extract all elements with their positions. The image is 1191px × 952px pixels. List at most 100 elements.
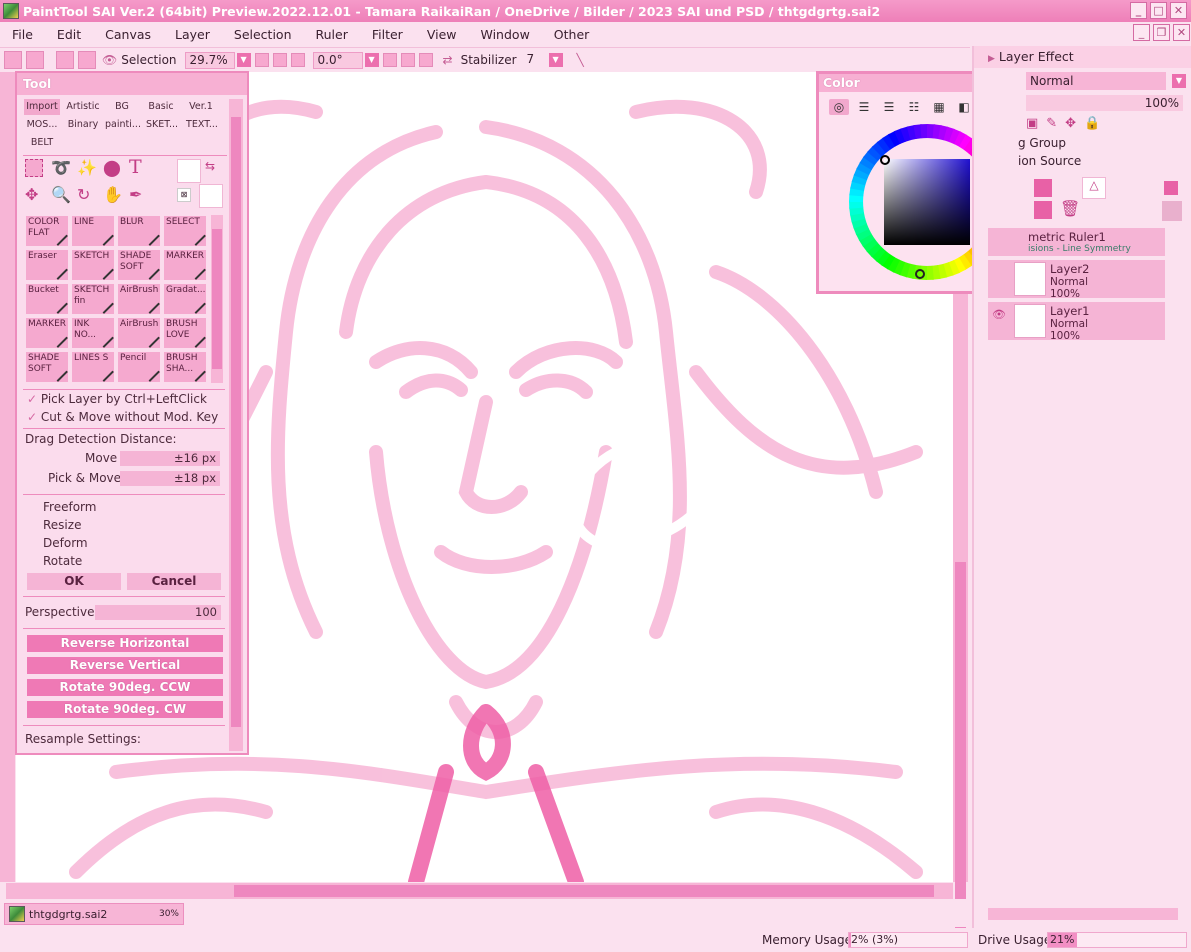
new-ruler-icon[interactable]: △	[1082, 177, 1106, 199]
brush-grid-scroll-thumb[interactable]	[212, 229, 222, 369]
brush-slot[interactable]: Pencil	[117, 351, 161, 383]
hand-icon[interactable]: ✋	[103, 185, 123, 204]
move-distance-field[interactable]: ±16 px	[120, 451, 220, 466]
pick-layer-checkbox[interactable]: Pick Layer by Ctrl+LeftClick	[27, 392, 207, 406]
brush-slot[interactable]: MARKER	[25, 317, 69, 349]
move-icon[interactable]: ✥	[25, 185, 38, 204]
brush-grid-scrollbar[interactable]	[211, 215, 223, 383]
color-mixer-tab-icon[interactable]: ☷	[904, 99, 924, 115]
hsv-slider-tab-icon[interactable]: ☰	[879, 99, 899, 115]
secondary-color-swatch[interactable]	[199, 184, 223, 208]
zoom-out-icon[interactable]	[254, 53, 269, 67]
reverse-vertical-button[interactable]: Reverse Vertical	[27, 657, 223, 674]
rotate-tool-icon[interactable]: ↻	[77, 185, 90, 204]
brush-slot[interactable]: SHADE SOFT	[25, 351, 69, 383]
brush-slot[interactable]: LINES S	[71, 351, 115, 383]
brush-set-bg[interactable]: BG	[107, 99, 137, 115]
vertical-scroll-thumb[interactable]	[955, 562, 966, 942]
layer-item-layer2[interactable]: Layer2 Normal 100%	[988, 260, 1165, 300]
brush-slot[interactable]: Gradat...	[163, 283, 207, 315]
doc-close-button[interactable]: ✕	[1173, 24, 1190, 41]
brush-slot[interactable]: MARKER	[163, 249, 207, 281]
angle-dropdown-icon[interactable]: ▼	[364, 53, 379, 67]
opacity-field[interactable]: 100%	[1026, 95, 1183, 111]
perspective-field[interactable]: 100	[95, 605, 221, 620]
brush-set-binary[interactable]: Binary	[64, 117, 102, 133]
mode-freeform-radio[interactable]: Freeform	[27, 500, 96, 514]
brush-set-basic[interactable]: Basic	[143, 99, 179, 115]
layer-option-icon[interactable]	[1162, 179, 1180, 197]
brush-slot[interactable]: AirBrush	[117, 283, 161, 315]
eye-icon[interactable]: 👁	[102, 53, 117, 67]
doc-restore-button[interactable]: ❐	[1153, 24, 1170, 41]
brush-slot[interactable]: BRUSH SHA...	[163, 351, 207, 383]
brush-set-mos[interactable]: MOS...	[24, 117, 60, 133]
mode-rotate-radio[interactable]: Rotate	[27, 554, 82, 568]
brush-slot[interactable]: LINE	[71, 215, 115, 247]
redo-icon[interactable]	[26, 51, 44, 69]
maximize-button[interactable]: □	[1150, 2, 1167, 19]
brush-slot[interactable]: INK NO...	[71, 317, 115, 349]
stabilizer-value[interactable]: 7	[523, 52, 547, 69]
menu-view[interactable]: View	[415, 27, 469, 42]
document-tab[interactable]: thtgdgrtg.sai2 30%	[4, 903, 184, 925]
rotate-reset-icon[interactable]	[418, 53, 433, 67]
mode-deform-radio[interactable]: Deform	[27, 536, 88, 550]
brush-slot[interactable]: SELECT	[163, 215, 207, 247]
brush-slot[interactable]: BLUR	[117, 215, 161, 247]
new-layer-icon[interactable]	[1034, 179, 1052, 197]
zoom-dropdown-icon[interactable]: ▼	[236, 53, 251, 67]
zoom-in-icon[interactable]	[272, 53, 287, 67]
clip-group-label[interactable]: g Group	[1018, 136, 1066, 150]
brush-set-painting[interactable]: painti...	[103, 117, 143, 133]
rgb-slider-tab-icon[interactable]: ☰	[854, 99, 874, 115]
brush-set-ver1[interactable]: Ver.1	[184, 99, 218, 115]
stabilizer-dropdown-icon[interactable]: ▼	[548, 53, 563, 67]
swatches-tab-icon[interactable]: ▦	[929, 99, 949, 115]
straight-line-icon[interactable]: ╲	[577, 53, 584, 67]
visibility-eye-icon[interactable]: 👁	[992, 308, 1006, 321]
rotate-left-icon[interactable]	[382, 53, 397, 67]
layer-lock-icons[interactable]: ▣✎✥🔒	[1026, 116, 1108, 131]
menu-file[interactable]: File	[0, 27, 45, 42]
doc-minimize-button[interactable]: _	[1133, 24, 1150, 41]
angle-field[interactable]: 0.0°	[312, 51, 363, 69]
swap-colors-icon[interactable]: ⇆	[205, 159, 215, 173]
rotate-cw-button[interactable]: Rotate 90deg. CW	[27, 701, 223, 718]
brush-slot[interactable]: SKETCH fin	[71, 283, 115, 315]
brush-set-belt[interactable]: BELT	[24, 135, 60, 151]
reverse-horizontal-button[interactable]: Reverse Horizontal	[27, 635, 223, 652]
horizontal-scroll-thumb[interactable]	[234, 885, 934, 897]
rotate-ccw-button[interactable]: Rotate 90deg. CCW	[27, 679, 223, 696]
color-wheel-tab-icon[interactable]: ◎	[829, 99, 849, 115]
magic-wand-icon[interactable]: ✨	[77, 158, 97, 177]
menu-layer[interactable]: Layer	[163, 27, 222, 42]
minimize-button[interactable]: _	[1130, 2, 1147, 19]
menu-canvas[interactable]: Canvas	[93, 27, 163, 42]
undo-icon[interactable]	[4, 51, 22, 69]
zoom-reset-icon[interactable]	[290, 53, 305, 67]
menu-ruler[interactable]: Ruler	[304, 27, 360, 42]
text-tool-icon[interactable]: T	[129, 156, 142, 178]
menu-filter[interactable]: Filter	[360, 27, 415, 42]
brush-slot[interactable]: AirBrush	[117, 317, 161, 349]
flip-icon[interactable]: ⇄	[443, 53, 453, 67]
cancel-button[interactable]: Cancel	[127, 573, 221, 590]
merge-layer-icon[interactable]	[1162, 201, 1182, 221]
rect-select-icon[interactable]	[25, 159, 43, 177]
eyedropper-icon[interactable]: ✒	[129, 185, 142, 204]
layer-item-layer1[interactable]: 👁 Layer1 Normal 100%	[988, 302, 1165, 342]
zoom-tool-icon[interactable]: 🔍	[51, 185, 71, 204]
brush-slot[interactable]: Eraser	[25, 249, 69, 281]
brush-slot[interactable]: SKETCH	[71, 249, 115, 281]
ok-button[interactable]: OK	[27, 573, 121, 590]
menu-selection[interactable]: Selection	[222, 27, 304, 42]
mode-resize-radio[interactable]: Resize	[27, 518, 81, 532]
shape-icon[interactable]: ⬤	[103, 158, 121, 177]
close-button[interactable]: ✕	[1170, 2, 1187, 19]
brush-slot[interactable]: SHADE SOFT	[117, 249, 161, 281]
blend-mode-select[interactable]: Normal	[1026, 72, 1166, 90]
menu-other[interactable]: Other	[542, 27, 602, 42]
cut-move-checkbox[interactable]: Cut & Move without Mod. Key	[27, 410, 218, 424]
blend-mode-dropdown-icon[interactable]: ▼	[1172, 74, 1186, 88]
